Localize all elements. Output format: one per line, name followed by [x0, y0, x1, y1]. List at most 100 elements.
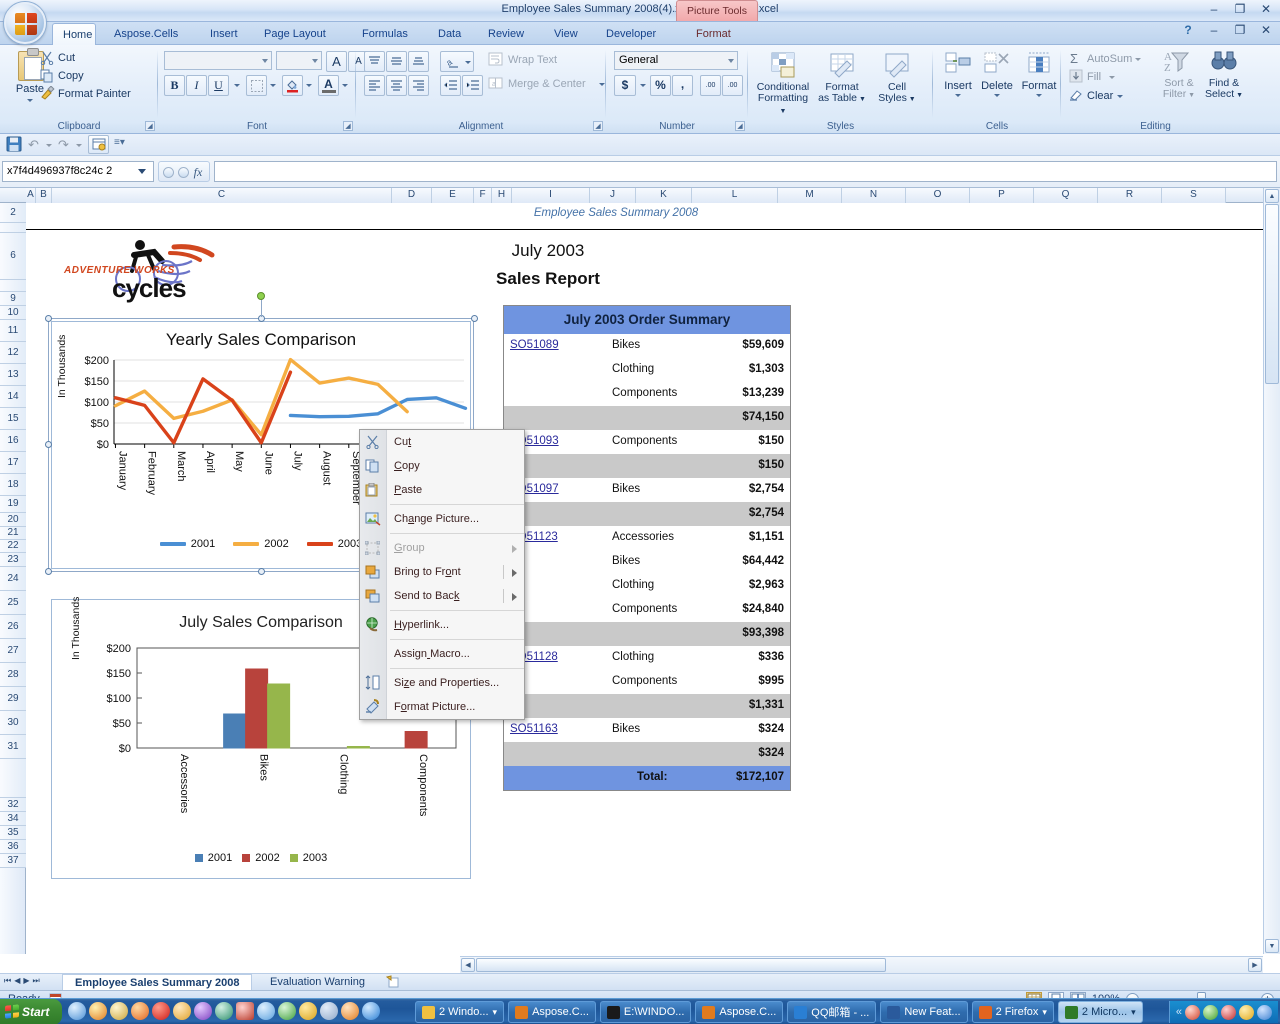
row-header-9[interactable]: 9 — [0, 292, 26, 306]
context-menu-item-copy[interactable]: Copy — [360, 454, 524, 478]
tab-insert[interactable]: Insert — [200, 23, 248, 45]
increase-decimal-button[interactable]: .00 — [700, 75, 721, 96]
row-header-29[interactable]: 29 — [0, 687, 26, 711]
first-sheet-button[interactable]: ⏮ — [4, 976, 11, 986]
accounting-chevron-down-icon[interactable] — [640, 84, 646, 87]
column-header-r[interactable]: R — [1098, 188, 1162, 203]
tray-icon-qq[interactable] — [1185, 1004, 1200, 1020]
start-button[interactable]: Start — [0, 999, 62, 1024]
taskbar-button[interactable]: New Feat... — [880, 1001, 968, 1023]
worksheet-canvas[interactable]: Employee Sales Summary 2008 ADVENTURE WO… — [26, 203, 1263, 954]
insert-cells-button[interactable]: Insert — [939, 51, 977, 97]
tray-icon-user[interactable] — [1257, 1004, 1272, 1020]
format-chevron-down-icon[interactable] — [1036, 94, 1042, 97]
accounting-format-button[interactable]: $ — [614, 75, 636, 96]
ql-icon-8[interactable] — [215, 1002, 233, 1020]
fill-color-button[interactable] — [282, 75, 303, 96]
cell-styles-button[interactable]: Cell Styles ▼ — [872, 51, 922, 105]
context-menu-item-hyperlink[interactable]: Hyperlink... — [360, 613, 524, 637]
next-sheet-button[interactable]: ▶ — [23, 976, 29, 986]
context-menu-item-cut[interactable]: Cut — [360, 430, 524, 454]
taskbar-button[interactable]: Aspose.C... — [695, 1001, 784, 1023]
vertical-scroll-thumb[interactable] — [1265, 204, 1279, 384]
taskbar-button[interactable]: 2 Windo... ▾ — [415, 1001, 505, 1023]
tab-formulas[interactable]: Formulas — [352, 23, 418, 45]
fill-color-chevron-down-icon[interactable] — [306, 84, 312, 87]
ql-icon-13[interactable] — [320, 1002, 338, 1020]
number-format-chevron-down-icon[interactable] — [728, 59, 734, 63]
bold-button[interactable]: B — [164, 75, 185, 96]
customize-qat-button[interactable]: ≡▾ — [114, 137, 125, 148]
quick-print-button[interactable] — [88, 135, 109, 154]
row-header-19[interactable]: 19 — [0, 496, 26, 513]
column-header-h[interactable]: H — [492, 188, 512, 203]
row-header-12[interactable]: 12 — [0, 342, 26, 364]
tab-developer[interactable]: Developer — [596, 23, 666, 45]
taskbar-button[interactable]: 2 Firefox ▾ — [971, 1001, 1054, 1023]
orientation-button[interactable]: a — [440, 51, 474, 72]
tray-icon-notify[interactable] — [1239, 1004, 1254, 1020]
font-color-button[interactable]: A — [318, 75, 339, 96]
ql-icon-7[interactable] — [194, 1002, 212, 1020]
tab-data[interactable]: Data — [428, 23, 471, 45]
horizontal-scrollbar[interactable]: ◀ ▶ — [460, 956, 1263, 973]
orientation-chevron-down-icon[interactable] — [465, 61, 471, 64]
resize-handle-w[interactable] — [45, 441, 52, 448]
tab-aspose-cells[interactable]: Aspose.Cells — [104, 23, 188, 45]
redo-chevron-down-icon[interactable] — [76, 144, 82, 147]
row-header-37[interactable]: 37 — [0, 854, 26, 868]
insert-worksheet-button[interactable] — [385, 975, 402, 989]
row-header-20[interactable]: 20 — [0, 513, 26, 527]
cancel-formula-button[interactable] — [163, 167, 174, 178]
row-header-16[interactable]: 16 — [0, 430, 26, 452]
row-header-30[interactable]: 30 — [0, 711, 26, 735]
sheet-tab-employee-sales-summary-2008[interactable]: Employee Sales Summary 2008 — [62, 974, 253, 991]
row-header[interactable] — [0, 759, 26, 798]
last-sheet-button[interactable]: ⏭ — [33, 976, 40, 986]
row-header[interactable] — [0, 280, 26, 292]
name-box-chevron-down-icon[interactable] — [138, 169, 146, 174]
column-header-a[interactable]: A — [26, 188, 36, 203]
clear-chevron-down-icon[interactable] — [1117, 95, 1123, 98]
format-as-table-button[interactable]: Format as Table ▼ — [814, 51, 870, 105]
column-header-b[interactable]: B — [36, 188, 52, 203]
column-header-p[interactable]: P — [970, 188, 1034, 203]
percent-format-button[interactable]: % — [650, 75, 671, 96]
increase-indent-button[interactable] — [462, 75, 483, 96]
close-button[interactable]: ✕ — [1256, 2, 1276, 18]
row-header-17[interactable]: 17 — [0, 452, 26, 474]
row-header-22[interactable]: 22 — [0, 540, 26, 553]
column-header-f[interactable]: F — [474, 188, 492, 203]
formula-input[interactable] — [214, 161, 1277, 182]
increase-font-size-button[interactable]: A — [326, 51, 347, 72]
row-header-24[interactable]: 24 — [0, 567, 26, 591]
row-header-15[interactable]: 15 — [0, 408, 26, 430]
column-header-q[interactable]: Q — [1034, 188, 1098, 203]
fill-button[interactable]: Fill — [1069, 69, 1115, 83]
font-size-input[interactable] — [276, 51, 322, 70]
number-dialog-launcher[interactable]: ◢ — [735, 121, 745, 131]
alignment-dialog-launcher[interactable]: ◢ — [593, 121, 603, 131]
paste-chevron-down-icon[interactable] — [27, 99, 33, 102]
tab-format[interactable]: Format — [686, 23, 741, 45]
redo-button[interactable]: ↷ — [58, 137, 69, 153]
ql-icon-opera[interactable] — [152, 1002, 170, 1020]
align-middle-button[interactable] — [386, 51, 407, 72]
taskbar-chevron-down-icon[interactable]: ▾ — [493, 1007, 498, 1018]
font-name-input[interactable] — [164, 51, 272, 70]
row-header-23[interactable]: 23 — [0, 553, 26, 567]
taskbar-chevron-down-icon[interactable]: ▾ — [1131, 1007, 1136, 1018]
sheet-tab-evaluation-warning[interactable]: Evaluation Warning — [258, 974, 377, 991]
format-painter-button[interactable]: Format Painter — [41, 86, 131, 100]
tray-icon-download[interactable] — [1203, 1004, 1218, 1020]
align-left-button[interactable] — [364, 75, 385, 96]
ql-icon-firefox[interactable] — [131, 1002, 149, 1020]
tab-review[interactable]: Review — [478, 23, 534, 45]
italic-button[interactable]: I — [186, 75, 207, 96]
number-format-select[interactable]: General — [614, 51, 738, 70]
align-right-button[interactable] — [408, 75, 429, 96]
tab-home[interactable]: Home — [52, 23, 96, 45]
minimize-button[interactable]: – — [1204, 2, 1224, 18]
tab-view[interactable]: View — [544, 23, 588, 45]
sort-filter-button[interactable]: A Z Sort & Filter ▼ — [1157, 49, 1201, 101]
